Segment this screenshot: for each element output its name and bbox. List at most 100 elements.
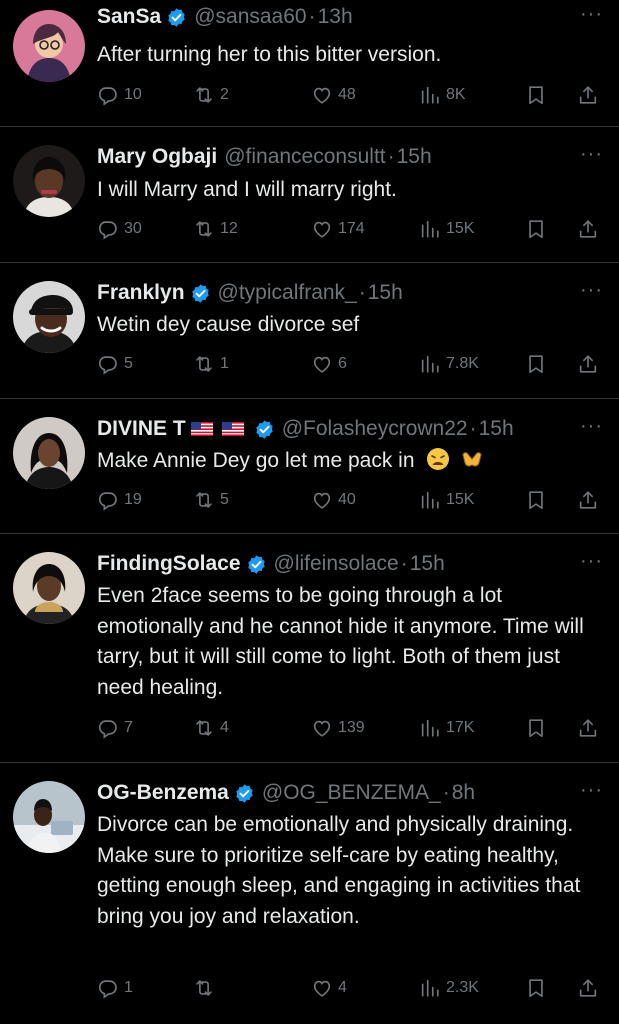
heart-icon	[311, 977, 333, 999]
reply-icon	[97, 353, 119, 375]
tweet-5[interactable]: FindingSolace @lifeinsolace · 15h ··· Ev…	[0, 534, 619, 763]
views-button[interactable]: 15K	[419, 485, 474, 515]
retweet-icon	[193, 218, 215, 240]
views-button[interactable]: 7.8K	[419, 349, 479, 379]
separator-dot: ·	[442, 781, 450, 804]
reply-button[interactable]: 10	[97, 80, 142, 110]
retweet-button[interactable]: 5	[193, 485, 229, 515]
timestamp[interactable]: 15h	[410, 552, 445, 576]
reply-button[interactable]: 1	[97, 973, 133, 1003]
view-count: 17K	[446, 719, 475, 736]
bookmark-button[interactable]	[525, 214, 552, 244]
reply-count: 19	[124, 491, 142, 508]
share-button[interactable]	[577, 973, 604, 1003]
display-name[interactable]: OG-Benzema	[97, 781, 229, 805]
handle[interactable]: @Folasheycrown22	[282, 417, 468, 441]
timestamp[interactable]: 15h	[368, 281, 403, 305]
reply-count: 30	[124, 220, 142, 237]
views-button[interactable]: 8K	[419, 80, 466, 110]
bookmark-button[interactable]	[525, 349, 552, 379]
heart-icon	[311, 717, 333, 739]
reply-count: 5	[124, 355, 133, 372]
views-button[interactable]: 2.3K	[419, 973, 479, 1003]
share-icon	[577, 353, 599, 375]
share-button[interactable]	[577, 80, 604, 110]
us-flag-icon	[222, 422, 244, 436]
handle[interactable]: @lifeinsolace	[274, 552, 399, 576]
display-name[interactable]: FindingSolace	[97, 552, 241, 576]
reply-button[interactable]: 19	[97, 485, 142, 515]
like-button[interactable]: 4	[311, 973, 347, 1003]
views-button[interactable]: 17K	[419, 713, 474, 743]
share-button[interactable]	[577, 349, 604, 379]
avatar[interactable]	[13, 417, 85, 489]
display-name[interactable]: DIVINE T	[97, 417, 186, 441]
timestamp[interactable]: 15h	[479, 417, 514, 441]
handle[interactable]: @typicalfrank_	[218, 281, 357, 305]
timestamp[interactable]: 8h	[452, 781, 475, 805]
display-name[interactable]: Mary Ogbaji	[97, 145, 217, 169]
views-button[interactable]: 15K	[419, 214, 474, 244]
us-flag-icon	[191, 422, 213, 436]
share-icon	[577, 489, 599, 511]
share-icon	[577, 717, 599, 739]
like-button[interactable]: 174	[311, 214, 365, 244]
bookmark-button[interactable]	[525, 713, 552, 743]
tweet-1[interactable]: SanSa @sansaa60 · 13h ··· After turning …	[0, 0, 619, 127]
avatar[interactable]	[13, 781, 85, 853]
like-button[interactable]: 48	[311, 80, 356, 110]
like-button[interactable]: 40	[311, 485, 356, 515]
retweet-button[interactable]: 4	[193, 713, 229, 743]
display-name[interactable]: SanSa	[97, 5, 161, 29]
more-options-icon[interactable]: ···	[580, 550, 603, 573]
handle[interactable]: @financeconsultt	[224, 145, 385, 169]
like-button[interactable]: 6	[311, 349, 347, 379]
bookmark-button[interactable]	[525, 485, 552, 515]
bookmark-icon	[525, 353, 547, 375]
reply-button[interactable]: 7	[97, 713, 133, 743]
reply-button[interactable]: 5	[97, 349, 133, 379]
more-options-icon[interactable]: ···	[580, 3, 603, 26]
tweet-text: Even 2face seems to be going through a l…	[97, 584, 584, 699]
separator-dot: ·	[308, 5, 316, 28]
retweet-button[interactable]: 12	[193, 214, 238, 244]
views-chart-icon	[419, 353, 441, 375]
bookmark-icon	[525, 84, 547, 106]
share-button[interactable]	[577, 485, 604, 515]
more-options-icon[interactable]: ···	[580, 415, 603, 438]
handle[interactable]: @OG_BENZEMA_	[262, 781, 441, 805]
tweet-actions: 1 4 2.3K	[97, 973, 609, 1003]
retweet-button[interactable]: 2	[193, 80, 229, 110]
like-button[interactable]: 139	[311, 713, 365, 743]
avatar[interactable]	[13, 10, 85, 82]
share-button[interactable]	[577, 713, 604, 743]
reply-button[interactable]: 30	[97, 214, 142, 244]
more-options-icon[interactable]: ···	[580, 779, 603, 802]
timestamp[interactable]: 15h	[397, 145, 432, 169]
verified-badge-icon	[234, 783, 255, 804]
share-icon	[577, 218, 599, 240]
avatar[interactable]	[13, 552, 85, 624]
tweet-2[interactable]: Mary Ogbaji @financeconsultt · 15h ··· I…	[0, 127, 619, 263]
tweet-3[interactable]: Franklyn @typicalfrank_ · 15h ··· Wetin …	[0, 263, 619, 399]
bookmark-button[interactable]	[525, 80, 552, 110]
bookmark-button[interactable]	[525, 973, 552, 1003]
retweet-icon	[193, 489, 215, 511]
retweet-button[interactable]: 1	[193, 349, 229, 379]
avatar[interactable]	[13, 145, 85, 217]
avatar[interactable]	[13, 281, 85, 353]
display-name[interactable]: Franklyn	[97, 281, 185, 305]
retweet-button[interactable]	[193, 973, 220, 1003]
share-icon	[577, 977, 599, 999]
share-button[interactable]	[577, 214, 604, 244]
more-options-icon[interactable]: ···	[580, 279, 603, 302]
handle[interactable]: @sansaa60	[194, 5, 306, 29]
timestamp[interactable]: 13h	[318, 5, 353, 29]
heart-icon	[311, 218, 333, 240]
verified-badge-icon	[246, 554, 267, 575]
more-options-icon[interactable]: ···	[580, 143, 603, 166]
tweet-6[interactable]: OG-Benzema @OG_BENZEMA_ · 8h ··· Divorce…	[0, 763, 619, 1024]
retweet-count: 4	[220, 719, 229, 736]
tweet-4[interactable]: DIVINE T @Folasheycrown22 · 15h ··· Make…	[0, 399, 619, 534]
tweet-actions: 19 5 40 15K	[97, 485, 609, 515]
